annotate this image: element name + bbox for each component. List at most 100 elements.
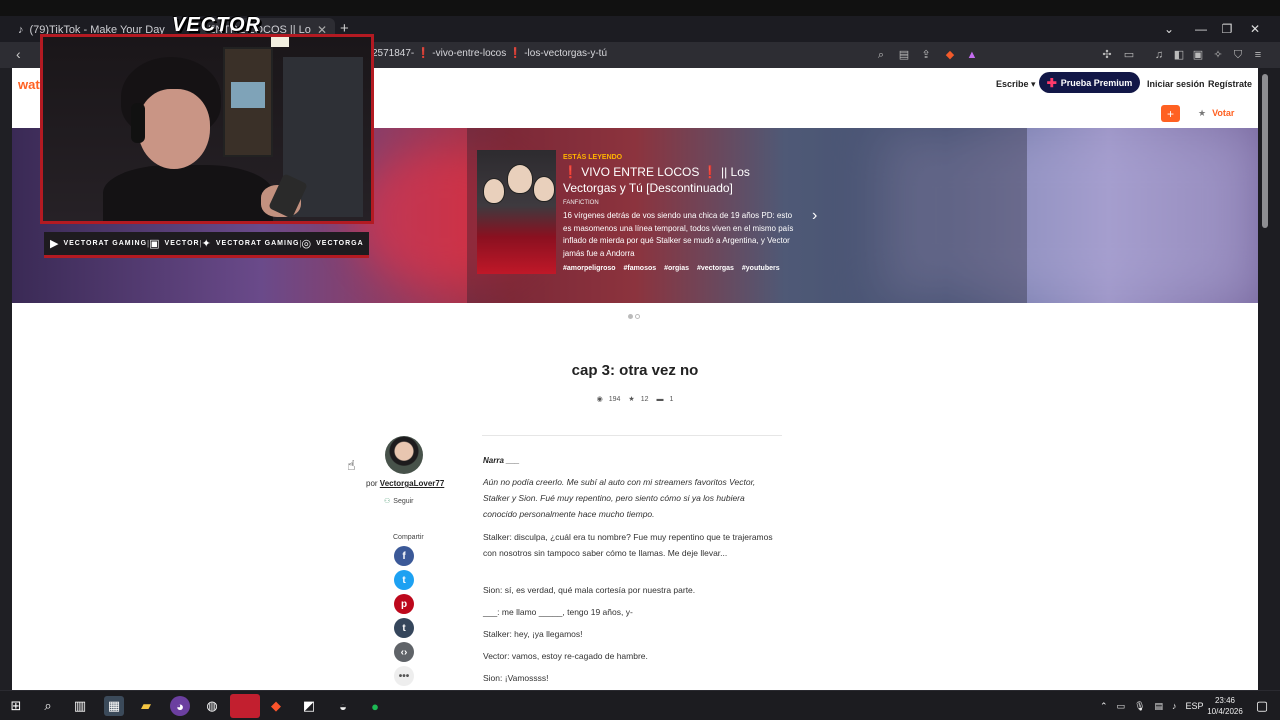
star-icon: ★ xyxy=(628,396,635,403)
share-icon[interactable]: ⇪ xyxy=(919,48,933,62)
media-icon[interactable]: ▭ xyxy=(1122,48,1136,62)
notification-icon[interactable]: ▢ xyxy=(1252,696,1272,716)
story-paragraph: Sion: sí, es verdad, qué mala cortesía p… xyxy=(483,585,696,595)
tag[interactable]: #famosos xyxy=(623,265,656,272)
escribe-menu[interactable]: Escribe ▾ xyxy=(996,79,1036,90)
url-segment: 2571847- xyxy=(372,48,415,59)
tag[interactable]: #orgias xyxy=(664,265,689,272)
brave-rewards-icon[interactable]: ▲ xyxy=(965,48,979,62)
spotify-icon[interactable]: ● xyxy=(365,696,385,716)
time: 23:46 xyxy=(1214,696,1236,705)
add-user-icon: ⚇ xyxy=(384,498,391,505)
exclamation-icon: ❗ xyxy=(702,165,718,179)
url-field[interactable]: 2571847- ❗ -vivo-entre-locos ❗ -los-vect… xyxy=(372,48,607,59)
story-tags: #amorpeligroso #famosos #orgias #vectorg… xyxy=(563,265,786,272)
language-indicator[interactable]: ESP xyxy=(1186,701,1204,711)
social-label: VECTORAT GAMING xyxy=(63,240,148,247)
premium-label: Prueba Premium xyxy=(1060,77,1133,88)
music-icon[interactable]: ♫ xyxy=(1152,48,1166,62)
votes-count: 12 xyxy=(640,396,649,403)
windows-start-icon[interactable]: ⊞ xyxy=(6,696,26,716)
back-arrow-icon[interactable]: ‹ xyxy=(16,46,21,62)
stream-logo: VECTOR xyxy=(172,14,261,36)
tag[interactable]: #youtubers xyxy=(742,265,780,272)
tag[interactable]: #amorpeligroso xyxy=(563,265,616,272)
comment-icon: ▬ xyxy=(656,396,664,403)
tumblr-share-icon[interactable]: t xyxy=(394,618,414,638)
clock[interactable]: 23:46 10/4/2026 xyxy=(1204,695,1246,717)
login-link[interactable]: Iniciar sesión xyxy=(1147,79,1205,89)
story-paragraph: Aún no podía creerlo. Me subí al auto co… xyxy=(483,477,756,519)
obs-icon[interactable] xyxy=(230,694,260,718)
carousel-dots xyxy=(628,314,640,319)
premium-button[interactable]: ✚ Prueba Premium xyxy=(1039,72,1140,93)
reader-icon[interactable]: ▤ xyxy=(897,48,911,62)
facebook-share-icon[interactable]: f xyxy=(394,546,414,566)
follow-label: Seguir xyxy=(393,498,414,505)
author-name-link[interactable]: VectorgaLover77 xyxy=(380,479,444,488)
story-paragraph: ___: me llamo _____, tengo 19 años, y- xyxy=(483,607,633,617)
folder-icon[interactable]: ▰ xyxy=(136,696,156,716)
hand-cursor-icon: ☝ xyxy=(347,457,356,473)
more-options-icon[interactable]: ••• xyxy=(394,666,414,686)
follow-button[interactable]: ⚇ Seguir xyxy=(384,497,414,505)
leo-icon[interactable]: ✧ xyxy=(1211,48,1225,62)
comments-count: 1 xyxy=(669,396,674,403)
zoom-icon[interactable]: ⌕ xyxy=(874,48,888,62)
register-link[interactable]: Regístrate xyxy=(1208,79,1252,89)
brave-icon[interactable]: ◆ xyxy=(266,696,286,716)
sidebar-icon[interactable]: ◧ xyxy=(1172,48,1186,62)
twitter-share-icon[interactable]: t xyxy=(394,570,414,590)
close-window-icon[interactable]: ✕ xyxy=(1240,16,1270,42)
brave-shield-icon[interactable]: ◆ xyxy=(943,48,957,62)
author-byline: por VectorgaLover77 xyxy=(366,479,444,488)
wallet-icon[interactable]: ▣ xyxy=(1191,48,1205,62)
obs-studio-icon[interactable]: ◒ xyxy=(333,696,353,716)
social-label: VECTOR xyxy=(164,240,200,247)
author-avatar[interactable] xyxy=(385,436,423,474)
social-twitch: ▣ VECTOR xyxy=(149,237,199,250)
vote-button[interactable]: ★ Votar xyxy=(1198,108,1234,119)
story-paragraph: Sion: ¡Vamossss! xyxy=(483,673,549,683)
url-separator: ❗ xyxy=(508,48,525,59)
task-view-icon[interactable]: ▥ xyxy=(70,696,90,716)
social-twitter: ✦ VECTORAT GAMING xyxy=(202,237,300,250)
steam-icon[interactable]: ◍ xyxy=(202,696,222,716)
app-icon[interactable]: ▦ xyxy=(104,696,124,716)
chevron-right-icon[interactable]: › xyxy=(812,207,817,225)
add-to-list-button[interactable]: + xyxy=(1161,105,1180,122)
story-title[interactable]: ❗ VIVO ENTRE LOCOS ❗ || Los Vectorgas y … xyxy=(563,164,803,196)
scrollbar-thumb[interactable] xyxy=(1262,74,1268,228)
search-icon[interactable]: ⌕ xyxy=(38,696,58,716)
system-tray: ⌃ ▭ 🎙 ▤ ♪ ESP xyxy=(1100,691,1204,720)
microphone-icon[interactable]: 🎙 xyxy=(1134,701,1145,712)
vpn-icon[interactable]: ⛉ xyxy=(1231,48,1245,62)
story-cover[interactable] xyxy=(477,150,556,274)
epic-icon[interactable]: ◩ xyxy=(299,696,319,716)
social-instagram: ◎ VECTORGA xyxy=(302,237,364,250)
story-description: 16 vírgenes detrás de vos siendo una chi… xyxy=(563,211,794,258)
discord-icon[interactable]: ◕ xyxy=(170,696,190,716)
views-count: 194 xyxy=(608,396,621,403)
menu-icon[interactable]: ≡ xyxy=(1251,48,1265,62)
carousel-dot[interactable] xyxy=(635,314,640,319)
device-icon[interactable]: ▭ xyxy=(1117,701,1126,712)
date: 10/4/2026 xyxy=(1207,707,1243,716)
chevron-up-icon[interactable]: ⌃ xyxy=(1100,701,1108,712)
carousel-dot[interactable] xyxy=(628,314,633,319)
taskbar: ⊞ ⌕ ▥ ▦ ▰ ◕ ◍ ◆ ◩ ◒ ● ⌃ ▭ 🎙 ▤ ♪ ESP 23:4… xyxy=(0,690,1280,720)
pinterest-share-icon[interactable]: p xyxy=(394,594,414,614)
narrator-heading: Narra ___ xyxy=(483,456,520,465)
volume-icon[interactable]: ♪ xyxy=(1172,701,1177,711)
story-paragraph: Vector: vamos, estoy re-cagado de hambre… xyxy=(483,651,648,661)
caret-down-icon: ▾ xyxy=(1031,79,1036,89)
social-youtube: ▶ VECTORAT GAMING xyxy=(50,237,147,250)
embed-share-icon[interactable]: ‹› xyxy=(394,642,414,662)
network-icon[interactable]: ▤ xyxy=(1155,701,1164,712)
share-label: Compartir xyxy=(393,534,424,541)
tab-list-icon[interactable]: ⌄ xyxy=(1154,16,1184,42)
tag[interactable]: #vectorgas xyxy=(697,265,734,272)
maximize-icon[interactable]: ❐ xyxy=(1212,16,1242,42)
extensions-icon[interactable]: ✣ xyxy=(1100,48,1114,62)
url-separator: ❗ xyxy=(417,48,433,59)
